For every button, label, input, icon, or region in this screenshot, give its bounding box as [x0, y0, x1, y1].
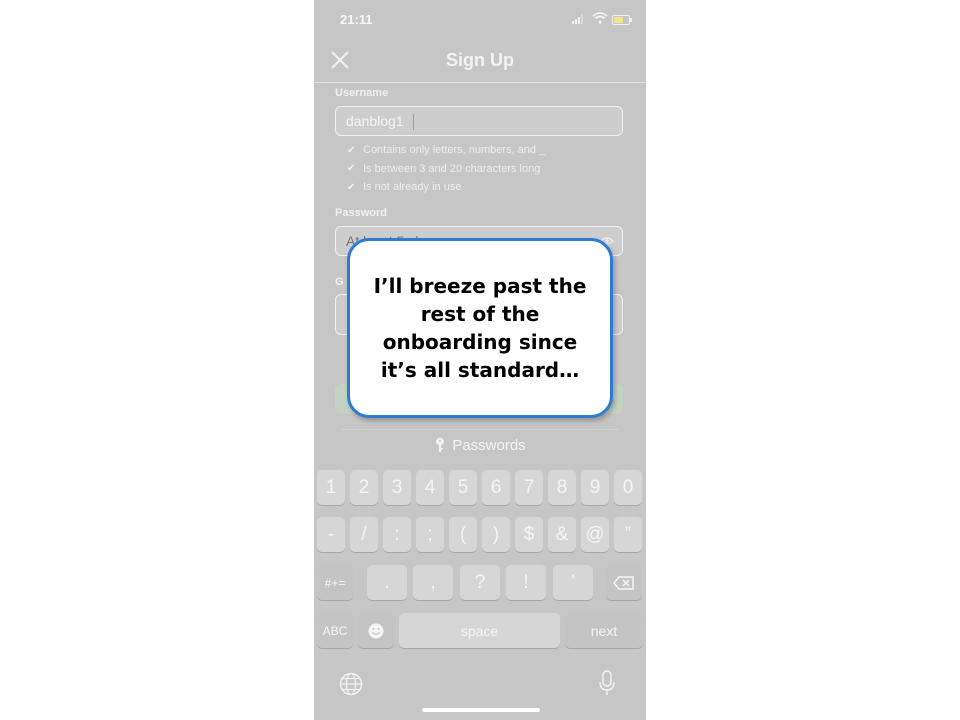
passwords-label: Passwords — [452, 437, 526, 454]
status-bar: 21:11 — [314, 0, 646, 40]
next-key[interactable]: next — [565, 613, 643, 648]
globe-icon[interactable] — [339, 672, 363, 696]
emoji-key[interactable] — [358, 613, 394, 648]
requirement-text: Contains only letters, numbers, and _ — [363, 144, 546, 157]
keyboard: 1 2 3 4 5 6 7 8 9 0 - / : ; ( ) $ & @ ” … — [314, 462, 646, 720]
checkmark-icon: ✔ — [347, 144, 356, 156]
emoji-icon — [368, 623, 384, 638]
key-icon — [436, 437, 445, 452]
key-6[interactable]: 6 — [482, 470, 510, 505]
key-3[interactable]: 3 — [383, 470, 411, 505]
key-colon[interactable]: : — [383, 517, 411, 552]
home-indicator — [422, 708, 540, 712]
key-8[interactable]: 8 — [548, 470, 576, 505]
key-hyphen[interactable]: - — [317, 517, 345, 552]
passwords-autofill-bar[interactable]: Passwords — [342, 429, 618, 462]
checkmark-icon: ✔ — [347, 163, 356, 175]
key-7[interactable]: 7 — [515, 470, 543, 505]
abc-key[interactable]: ABC — [317, 613, 353, 648]
nav-bar: Sign Up — [314, 40, 646, 83]
password-label: Password — [335, 207, 387, 219]
key-dollar[interactable]: $ — [515, 517, 543, 552]
key-apostrophe[interactable]: ’ — [553, 565, 593, 600]
requirement-text: Is not already in use — [363, 181, 462, 194]
backspace-icon — [613, 575, 634, 590]
status-time: 21:11 — [340, 12, 373, 27]
key-ampersand[interactable]: & — [548, 517, 576, 552]
microphone-icon[interactable] — [598, 670, 616, 696]
wifi-icon — [592, 12, 608, 24]
key-5[interactable]: 5 — [449, 470, 477, 505]
requirement-item: ✔ Contains only letters, numbers, and _ — [347, 141, 545, 160]
username-label: Username — [335, 87, 389, 99]
key-at[interactable]: @ — [581, 517, 609, 552]
checkmark-icon: ✔ — [347, 181, 356, 193]
username-field-box — [335, 106, 623, 136]
key-9[interactable]: 9 — [581, 470, 609, 505]
text-cursor — [413, 114, 414, 130]
key-exclamation[interactable]: ! — [506, 565, 546, 600]
symbols-toggle-key[interactable]: #+= — [317, 565, 353, 600]
username-requirements: ✔ Contains only letters, numbers, and _ … — [347, 141, 545, 197]
requirement-text: Is between 3 and 20 characters long — [363, 162, 541, 175]
space-key[interactable]: space — [399, 613, 560, 648]
page-title: Sign Up — [446, 50, 514, 70]
key-close-paren[interactable]: ) — [482, 517, 510, 552]
key-2[interactable]: 2 — [350, 470, 378, 505]
obscured-field-label: G — [335, 276, 344, 288]
key-open-paren[interactable]: ( — [449, 517, 477, 552]
requirement-item: ✔ Is not already in use — [347, 178, 545, 197]
backspace-key[interactable] — [606, 565, 642, 600]
key-semicolon[interactable]: ; — [416, 517, 444, 552]
key-quote[interactable]: ” — [614, 517, 642, 552]
key-question[interactable]: ? — [460, 565, 500, 600]
key-4[interactable]: 4 — [416, 470, 444, 505]
username-input[interactable] — [336, 107, 622, 135]
key-1[interactable]: 1 — [317, 470, 345, 505]
key-comma[interactable]: , — [413, 565, 453, 600]
annotation-callout: I’ll breeze past the rest of the onboard… — [347, 238, 613, 418]
battery-icon — [612, 15, 632, 25]
cellular-signal-icon — [572, 14, 586, 24]
requirement-item: ✔ Is between 3 and 20 characters long — [347, 160, 545, 179]
key-0[interactable]: 0 — [614, 470, 642, 505]
callout-text: I’ll breeze past the rest of the onboard… — [373, 274, 587, 382]
key-period[interactable]: . — [367, 565, 407, 600]
key-slash[interactable]: / — [350, 517, 378, 552]
